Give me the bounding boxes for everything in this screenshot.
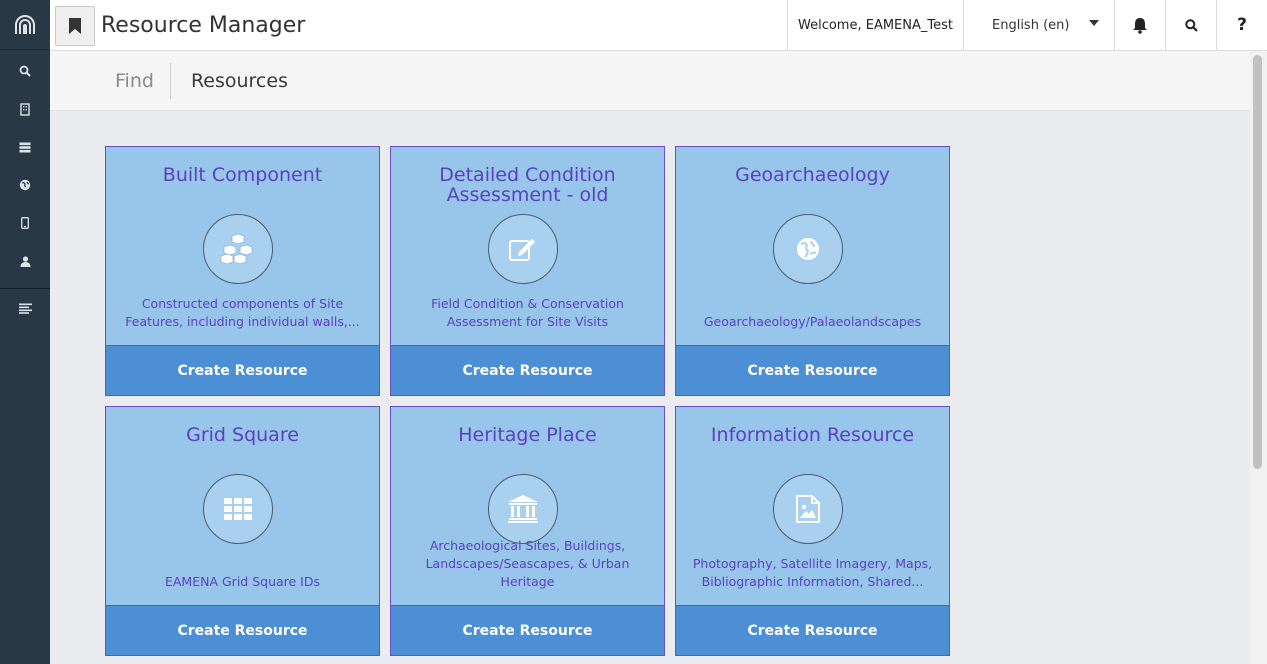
vertical-scrollbar[interactable] bbox=[1250, 51, 1267, 664]
sidebar-building-icon[interactable] bbox=[0, 90, 50, 128]
file-image-icon bbox=[773, 474, 843, 544]
breadcrumb: Find Resources bbox=[50, 51, 1250, 111]
card-description-line: Archaeological Sites, Buildings, bbox=[429, 538, 626, 553]
card-title: Grid Square bbox=[186, 424, 299, 446]
welcome-user-link[interactable]: Welcome, EAMENA_Test bbox=[787, 0, 963, 50]
language-select[interactable]: English (en) bbox=[963, 0, 1114, 50]
card-description-line: Bibliographic Information, Shared... bbox=[701, 574, 924, 589]
caret-down-icon bbox=[1089, 20, 1100, 26]
card-description: Archaeological Sites, Buildings, Landsca… bbox=[401, 537, 654, 591]
header-search-button[interactable] bbox=[1165, 0, 1216, 50]
card-title: Built Component bbox=[162, 164, 323, 186]
create-resource-button[interactable]: Create Resource bbox=[676, 345, 949, 395]
sidebar-globe-icon[interactable] bbox=[0, 166, 50, 204]
institution-icon bbox=[488, 474, 558, 544]
sidebar-mobile-icon[interactable] bbox=[0, 204, 50, 242]
card-description: Constructed components of Site Features,… bbox=[116, 295, 369, 331]
card-description: EAMENA Grid Square IDs bbox=[116, 573, 369, 591]
create-resource-button[interactable]: Create Resource bbox=[676, 605, 949, 655]
card-description-line: Landscapes/Seascapes, & Urban Heritage bbox=[425, 556, 630, 589]
create-resource-button[interactable]: Create Resource bbox=[391, 605, 664, 655]
create-resource-button[interactable]: Create Resource bbox=[106, 605, 379, 655]
card-description-line: Assessment for Site Visits bbox=[446, 314, 609, 329]
resource-card-information-resource: Information Resource Photography, Satell… bbox=[675, 406, 950, 656]
card-title: Detailed Condition Assessment - old bbox=[439, 164, 616, 206]
edit-icon bbox=[488, 214, 558, 284]
help-button[interactable]: ? bbox=[1216, 0, 1267, 50]
card-description-line: Constructed components of Site bbox=[141, 296, 344, 311]
card-description: Field Condition & Conservation Assessmen… bbox=[401, 295, 654, 331]
card-description-line: Field Condition & Conservation bbox=[431, 296, 624, 311]
sidebar-user-icon[interactable] bbox=[0, 242, 50, 280]
resource-card-geoarchaeology: Geoarchaeology Geoarchaeology/Palaeoland… bbox=[675, 146, 950, 396]
bookmark-icon bbox=[69, 18, 81, 34]
globe-icon bbox=[773, 214, 843, 284]
card-description: Geoarchaeology/Palaeolandscapes bbox=[686, 313, 939, 331]
top-header: Resource Manager Welcome, EAMENA_Test En… bbox=[50, 0, 1267, 51]
create-resource-button[interactable]: Create Resource bbox=[106, 345, 379, 395]
card-title: Information Resource bbox=[710, 424, 915, 446]
card-description-line: Features, including individual walls,... bbox=[125, 314, 360, 329]
main-content: Find Resources Built Component Construct… bbox=[50, 51, 1250, 664]
left-nav-sidebar bbox=[0, 0, 50, 664]
resource-card-grid-square: Grid Square EAMENA Grid Square IDs Creat… bbox=[105, 406, 380, 656]
language-label: English (en) bbox=[992, 17, 1070, 33]
cubes-icon bbox=[203, 214, 273, 284]
arches-logo-icon[interactable] bbox=[0, 0, 50, 50]
breadcrumb-current: Resources bbox=[190, 69, 288, 92]
sidebar-menu-icon[interactable] bbox=[0, 289, 50, 327]
card-title: Geoarchaeology bbox=[735, 164, 890, 186]
app-title: Resource Manager bbox=[101, 13, 306, 38]
resource-card-heritage-place: Heritage Place Archaeological Sites, Bui… bbox=[390, 406, 665, 656]
scrollbar-thumb[interactable] bbox=[1253, 55, 1262, 469]
card-description-line: Photography, Satellite Imagery, Maps, bbox=[692, 556, 933, 571]
sidebar-server-icon[interactable] bbox=[0, 128, 50, 166]
bookmark-button[interactable] bbox=[55, 6, 95, 46]
card-description-line: Geoarchaeology/Palaeolandscapes bbox=[703, 314, 922, 329]
breadcrumb-find-link[interactable]: Find bbox=[115, 62, 171, 99]
search-icon bbox=[1184, 18, 1198, 32]
bell-icon bbox=[1133, 17, 1147, 34]
resource-card-detailed-condition-assessment: Detailed Condition Assessment - old Fiel… bbox=[390, 146, 665, 396]
card-title: Heritage Place bbox=[458, 424, 597, 446]
grid-icon bbox=[203, 474, 273, 544]
create-resource-button[interactable]: Create Resource bbox=[391, 345, 664, 395]
resource-card-built-component: Built Component Constructed components o… bbox=[105, 146, 380, 396]
notifications-button[interactable] bbox=[1114, 0, 1165, 50]
card-description-line: EAMENA Grid Square IDs bbox=[164, 574, 321, 589]
sidebar-search-icon[interactable] bbox=[0, 52, 50, 90]
card-description: Photography, Satellite Imagery, Maps, Bi… bbox=[686, 555, 939, 591]
